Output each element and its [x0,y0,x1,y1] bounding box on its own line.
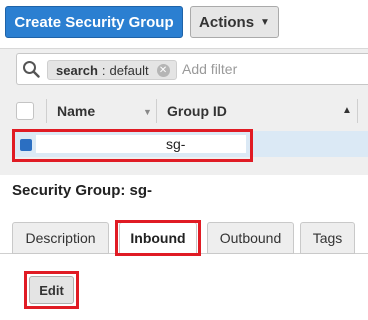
filter-token[interactable]: search : default ✕ [47,60,177,80]
row-highlight-box [12,129,253,162]
add-filter-input[interactable] [182,58,362,80]
tab-description-label: Description [25,230,96,246]
filter-token-value: default [109,62,149,78]
column-header-name[interactable]: Name [57,93,95,129]
create-security-group-button[interactable]: Create Security Group [5,6,183,38]
column-separator [156,99,157,123]
column-header-name-label: Name [57,103,96,119]
remove-filter-icon[interactable]: ✕ [156,63,170,77]
column-separator [46,99,47,123]
sort-caret-icon[interactable]: ▼ [143,107,152,117]
filter-token-separator: : [101,62,106,78]
column-separator [357,99,358,123]
tab-tags-label: Tags [312,230,343,246]
tab-description[interactable]: Description [12,222,109,254]
tab-outbound[interactable]: Outbound [207,222,294,254]
column-header-group-id[interactable]: Group ID [167,93,227,129]
filter-token-key: search [56,62,98,78]
select-all-checkbox[interactable] [16,102,34,120]
inbound-highlight-box [115,220,201,256]
sort-ascending-icon[interactable]: ▲ [342,105,352,116]
tab-tags[interactable]: Tags [300,222,355,254]
tab-outbound-label: Outbound [219,230,282,246]
edit-highlight-box [24,271,79,309]
search-icon [23,61,40,78]
details-title: Security Group: sg- [12,182,153,199]
actions-label: Actions [199,13,255,31]
create-security-group-label: Create Security Group [14,13,174,31]
column-header-group-id-label: Group ID [167,103,227,119]
actions-button[interactable]: Actions ▼ [190,6,279,38]
chevron-down-icon: ▼ [260,16,270,28]
